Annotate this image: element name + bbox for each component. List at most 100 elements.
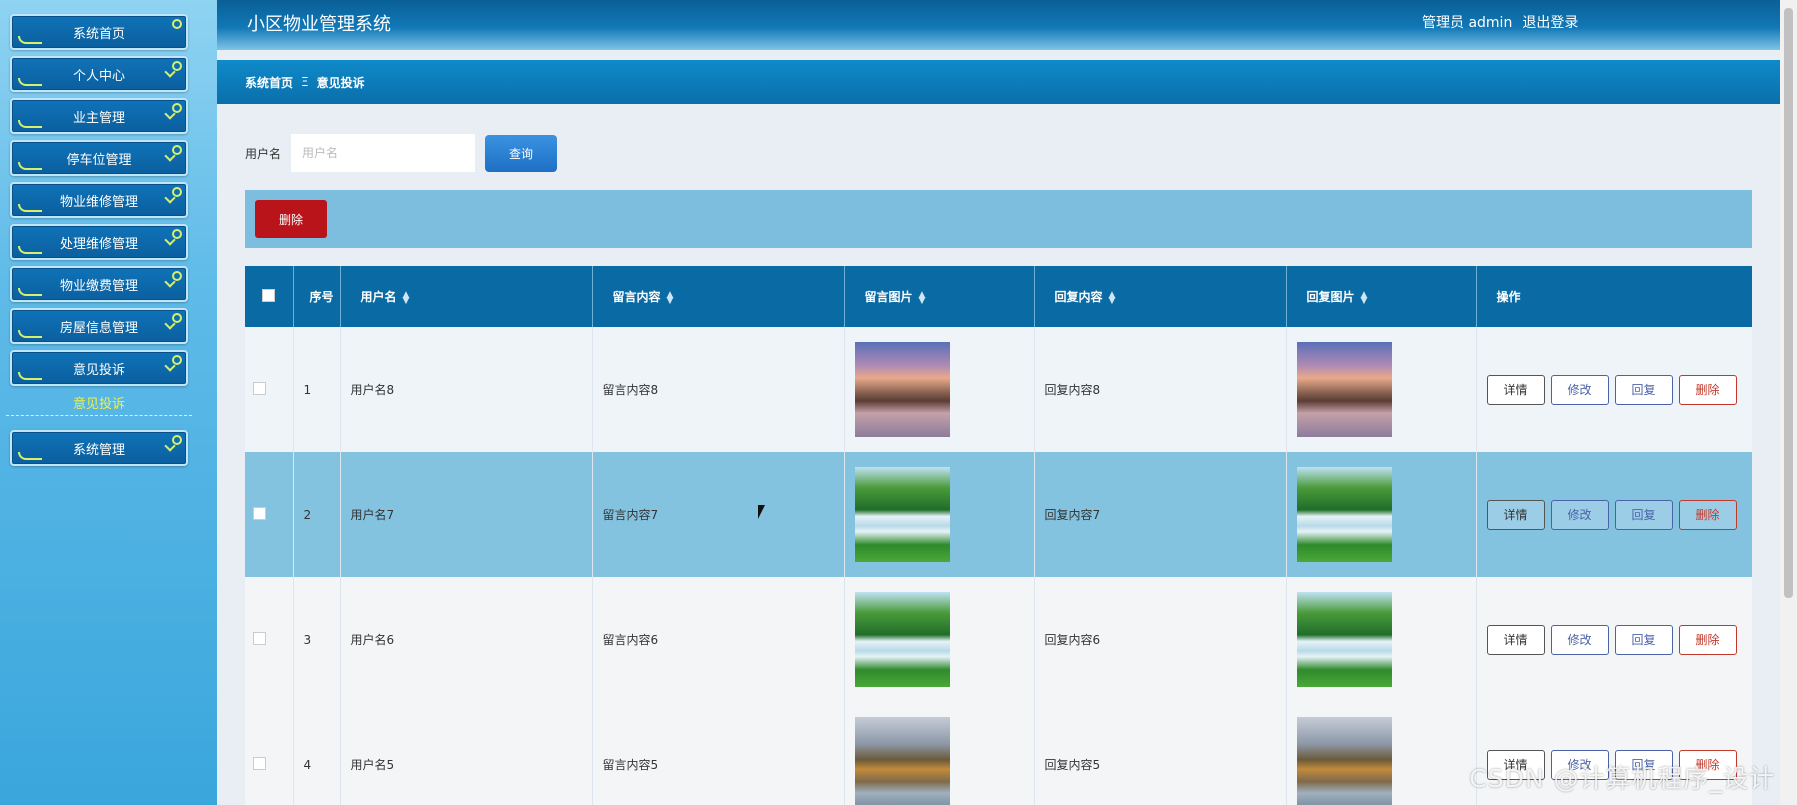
reply-image[interactable]	[1296, 717, 1392, 805]
ornament-icon	[172, 19, 182, 29]
select-all-checkbox[interactable]	[262, 288, 276, 302]
edit-button[interactable]: 修改	[1550, 499, 1609, 530]
sidebar-item-repair[interactable]: 物业维修管理	[10, 182, 188, 218]
main-content: 用户名 查询 删除 序号 用户名 ▲▼ 留言内容 ▲▼ 留言图片 ▲▼ 回复内容 ▲▼ …	[217, 104, 1780, 805]
header-content-label: 留言内容	[612, 290, 661, 304]
breadcrumb-home[interactable]: 系统首页	[245, 74, 293, 91]
reply-button[interactable]: 回复	[1614, 374, 1673, 405]
header-reply-image[interactable]: 回复图片 ▲ ▼	[1286, 266, 1477, 327]
header-image[interactable]: 留言图片 ▲ ▼	[844, 266, 1035, 327]
ornament-icon	[18, 288, 42, 296]
row-checkbox[interactable]	[253, 756, 266, 770]
reply-button[interactable]: 回复	[1614, 499, 1673, 530]
row-reply: 回复内容5	[1034, 702, 1287, 805]
search-label: 用户名	[245, 146, 282, 161]
delete-button[interactable]: 删除	[1678, 374, 1737, 405]
ornament-icon	[18, 78, 42, 86]
sidebar-item-owners[interactable]: 业主管理	[10, 98, 188, 134]
table-row: 3 用户名6 留言内容6 回复内容6 详情 修改 回复 删除	[245, 577, 1752, 702]
row-ops: 详情 修改 回复 删除	[1476, 452, 1752, 577]
row-reply-image-cell	[1286, 452, 1477, 577]
ornament-icon	[18, 162, 42, 170]
row-checkbox-cell	[245, 702, 294, 805]
sidebar-item-label: 物业缴费管理	[59, 278, 138, 294]
sort-icon[interactable]: ▲ ▼	[1109, 290, 1116, 305]
reply-button[interactable]: 回复	[1614, 624, 1673, 655]
message-image[interactable]	[854, 592, 950, 687]
row-checkbox[interactable]	[253, 506, 266, 520]
sidebar-item-home[interactable]: 系统首页	[10, 14, 188, 50]
sort-icon[interactable]: ▲ ▼	[403, 290, 410, 305]
select-all-cell	[245, 266, 294, 327]
sidebar-item-housing[interactable]: 房屋信息管理	[10, 308, 188, 344]
ornament-icon	[18, 452, 42, 460]
header-username[interactable]: 用户名 ▲ ▼	[340, 266, 593, 327]
header-ops-label: 操作	[1496, 290, 1521, 304]
row-checkbox[interactable]	[253, 381, 266, 395]
user-area: 管理员 admin 退出登录	[1422, 12, 1578, 32]
header-username-label: 用户名	[360, 290, 397, 304]
sidebar-item-system[interactable]: 系统管理	[10, 430, 188, 466]
row-reply: 回复内容6	[1034, 577, 1287, 702]
reply-image[interactable]	[1296, 342, 1392, 437]
sidebar: 系统首页 个人中心 业主管理 停车位管理 物业维修管理 处理维修管理 物业缴费管…	[0, 0, 217, 805]
detail-button[interactable]: 详情	[1486, 499, 1545, 530]
row-checkbox[interactable]	[253, 631, 266, 645]
sidebar-item-parking[interactable]: 停车位管理	[10, 140, 188, 176]
header-content[interactable]: 留言内容 ▲ ▼	[592, 266, 845, 327]
sort-icon[interactable]: ▲ ▼	[919, 290, 926, 305]
scrollbar-thumb[interactable]	[1784, 8, 1793, 598]
sidebar-item-label: 系统首页	[72, 26, 125, 42]
row-image-cell	[844, 452, 1035, 577]
sidebar-item-label: 个人中心	[72, 68, 125, 84]
row-checkbox-cell	[245, 327, 294, 452]
row-reply-image-cell	[1286, 327, 1477, 452]
complaints-table: 序号 用户名 ▲ ▼ 留言内容 ▲ ▼ 留言图片 ▲ ▼ 回复内容 ▲ ▼ 回复图片 ▲ ▼ 操作 …	[245, 266, 1752, 805]
reply-image[interactable]	[1296, 592, 1392, 687]
logout-link[interactable]: 退出登录	[1522, 12, 1578, 32]
sidebar-item-label: 处理维修管理	[59, 236, 138, 252]
row-checkbox-cell	[245, 577, 294, 702]
header-index-label: 序号	[309, 289, 334, 304]
message-image[interactable]	[854, 717, 950, 805]
edit-button[interactable]: 修改	[1550, 374, 1609, 405]
row-checkbox-cell	[245, 452, 294, 577]
delete-button[interactable]: 删除	[1678, 499, 1737, 530]
sidebar-item-complaints[interactable]: 意见投诉	[10, 350, 188, 386]
header-index: 序号	[293, 266, 341, 327]
row-username: 用户名5	[340, 702, 593, 805]
sidebar-item-handle-repair[interactable]: 处理维修管理	[10, 224, 188, 260]
row-reply-image-cell	[1286, 702, 1477, 805]
mouse-cursor-icon	[758, 505, 765, 519]
ornament-icon	[18, 246, 42, 254]
header-reply[interactable]: 回复内容 ▲ ▼	[1034, 266, 1287, 327]
row-username: 用户名8	[340, 327, 593, 452]
sidebar-item-fees[interactable]: 物业缴费管理	[10, 266, 188, 302]
reply-image[interactable]	[1296, 467, 1392, 562]
header-ops: 操作	[1476, 266, 1752, 327]
sidebar-subitem-complaints[interactable]: 意见投诉	[6, 390, 192, 416]
row-username: 用户名7	[340, 452, 593, 577]
page-scrollbar[interactable]	[1780, 0, 1797, 805]
row-content: 留言内容8	[592, 327, 845, 452]
detail-button[interactable]: 详情	[1486, 374, 1545, 405]
row-index: 1	[293, 327, 341, 452]
search-input[interactable]	[291, 134, 476, 172]
message-image[interactable]	[854, 467, 950, 562]
sort-icon[interactable]: ▲ ▼	[667, 290, 674, 305]
top-header: 小区物业管理系统 管理员 admin 退出登录	[217, 0, 1780, 50]
action-bar: 删除	[245, 190, 1752, 248]
sidebar-item-profile[interactable]: 个人中心	[10, 56, 188, 92]
edit-button[interactable]: 修改	[1550, 624, 1609, 655]
row-reply-image-cell	[1286, 577, 1477, 702]
detail-button[interactable]: 详情	[1486, 624, 1545, 655]
query-button[interactable]: 查询	[485, 134, 558, 172]
row-content: 留言内容6	[592, 577, 845, 702]
delete-button[interactable]: 删除	[1678, 624, 1737, 655]
breadcrumb-current: 意见投诉	[316, 75, 365, 90]
watermark: CSDN @计算机程序_设计	[1469, 764, 1775, 793]
message-image[interactable]	[854, 342, 950, 437]
table-header-row: 序号 用户名 ▲ ▼ 留言内容 ▲ ▼ 留言图片 ▲ ▼ 回复内容 ▲ ▼ 回复图片 ▲ ▼ 操作	[245, 266, 1752, 327]
sort-icon[interactable]: ▲ ▼	[1361, 290, 1368, 305]
batch-delete-button[interactable]: 删除	[255, 200, 327, 238]
